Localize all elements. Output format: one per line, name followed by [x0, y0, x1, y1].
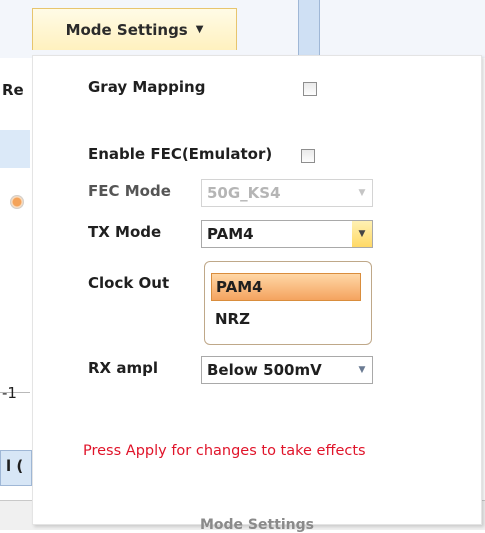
clock-out-label: Clock Out: [88, 274, 170, 292]
fec-mode-value: 50G_KS4: [207, 184, 281, 202]
apply-notice: Press Apply for changes to take effects: [83, 443, 366, 459]
background-tab-label-fragment: l (: [6, 457, 24, 475]
rx-ampl-value: Below 500mV: [207, 361, 322, 379]
fec-mode-select[interactable]: 50G_KS4 ▼: [201, 179, 373, 207]
mode-settings-tab[interactable]: Mode Settings ▼: [32, 8, 237, 50]
option-pam4[interactable]: PAM4: [211, 273, 361, 301]
gray-mapping-checkbox[interactable]: [303, 82, 317, 96]
tx-mode-value: PAM4: [207, 225, 254, 243]
rx-ampl-select[interactable]: Below 500mV ▼: [201, 356, 373, 384]
rx-ampl-label: RX ampl: [88, 359, 158, 377]
option-nrz[interactable]: NRZ: [211, 305, 361, 333]
background-value-fragment: -1: [2, 384, 17, 402]
background-label-fragment: Re: [2, 81, 24, 99]
chevron-down-icon[interactable]: ▼: [352, 221, 372, 247]
chevron-down-icon: ▼: [358, 188, 366, 198]
tx-mode-options-list: PAM4 NRZ: [204, 261, 372, 345]
background-selected-row: [0, 130, 30, 168]
fec-mode-label: FEC Mode: [88, 182, 171, 200]
chevron-down-icon: ▼: [195, 24, 204, 35]
gray-mapping-label: Gray Mapping: [88, 78, 206, 96]
chevron-down-icon: ▼: [358, 365, 366, 375]
enable-fec-checkbox[interactable]: [301, 149, 315, 163]
background-radio-button[interactable]: [10, 195, 24, 209]
mode-settings-tab-label: Mode Settings: [65, 20, 188, 39]
mode-settings-panel: Gray Mapping Enable FEC(Emulator) FEC Mo…: [32, 55, 482, 533]
tx-mode-select[interactable]: PAM4 ▼: [201, 220, 373, 248]
panel-footer-title: Mode Settings: [199, 517, 315, 533]
tx-mode-label: TX Mode: [88, 223, 162, 241]
enable-fec-label: Enable FEC(Emulator): [88, 145, 273, 163]
background-splitter: [298, 0, 320, 58]
